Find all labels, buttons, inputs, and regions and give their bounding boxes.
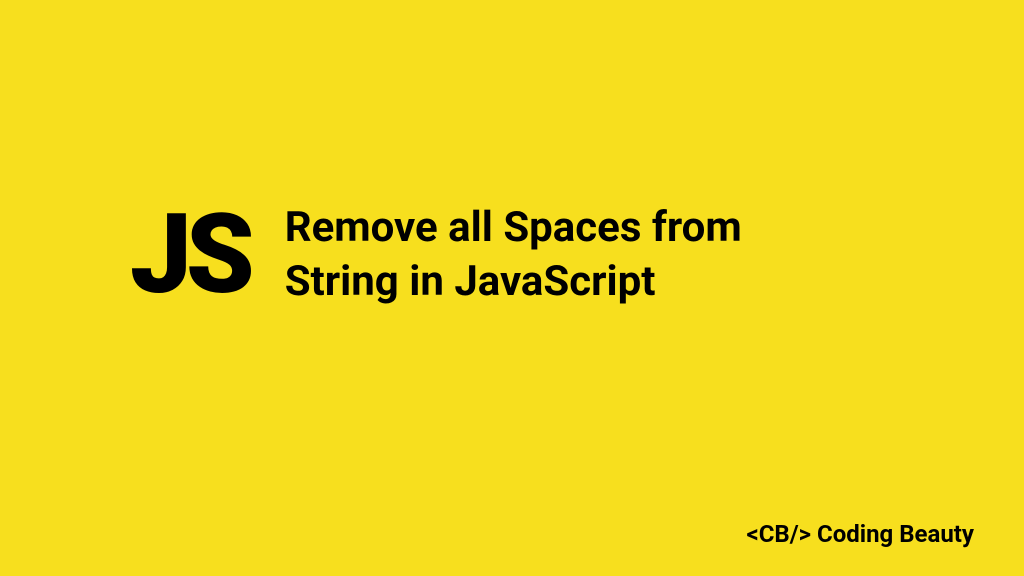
brand-name: Coding Beauty <box>817 520 974 548</box>
js-logo-badge: JS <box>130 200 249 310</box>
main-content: JS Remove all Spaces from String in Java… <box>130 200 845 310</box>
brand-footer: <CB/> Coding Beauty <box>746 520 974 548</box>
article-title: Remove all Spaces from String in JavaScr… <box>285 201 845 309</box>
brand-tag: <CB/> <box>746 520 811 548</box>
